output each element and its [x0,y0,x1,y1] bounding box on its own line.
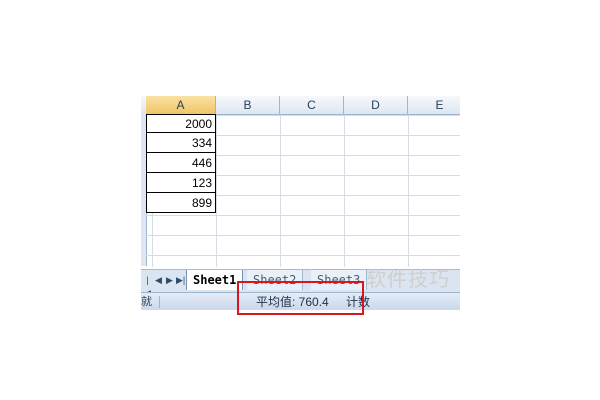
last-sheet-nav-icon[interactable]: ▶| [176,274,185,287]
column-header-c[interactable]: C [280,96,344,114]
cell-a1[interactable]: 2000 [146,114,216,133]
watermark-text: 软件技巧 [366,267,450,291]
cell-a2[interactable]: 334 [146,133,216,153]
tab-sheet1[interactable]: Sheet1 [186,270,244,290]
status-ready-label: 就绪 [141,296,152,308]
column-header-row: A B C D E [141,96,460,115]
status-divider [159,296,160,308]
column-header-e[interactable]: E [408,96,460,114]
page-background-bottom [0,310,600,400]
tab-sheet2[interactable]: Sheet2 [247,270,304,290]
cell-a4[interactable]: 123 [146,173,216,193]
tab-sheet3[interactable]: Sheet3 [311,270,368,290]
status-count[interactable]: 计数 [346,293,370,310]
cell-a3[interactable]: 446 [146,153,216,173]
first-sheet-nav-icon[interactable]: |◀ [143,274,152,298]
column-header-b[interactable]: B [216,96,280,114]
column-header-d[interactable]: D [344,96,408,114]
prev-sheet-nav-icon[interactable]: ◀ [154,274,163,287]
column-header-a[interactable]: A [146,96,216,114]
next-sheet-nav-icon[interactable]: ▶ [165,274,174,287]
cell-a5[interactable]: 899 [146,193,216,213]
status-average[interactable]: 平均值: 760.4 [256,293,329,310]
status-bar: 就绪 平均值: 760.4 计数 [141,292,460,310]
